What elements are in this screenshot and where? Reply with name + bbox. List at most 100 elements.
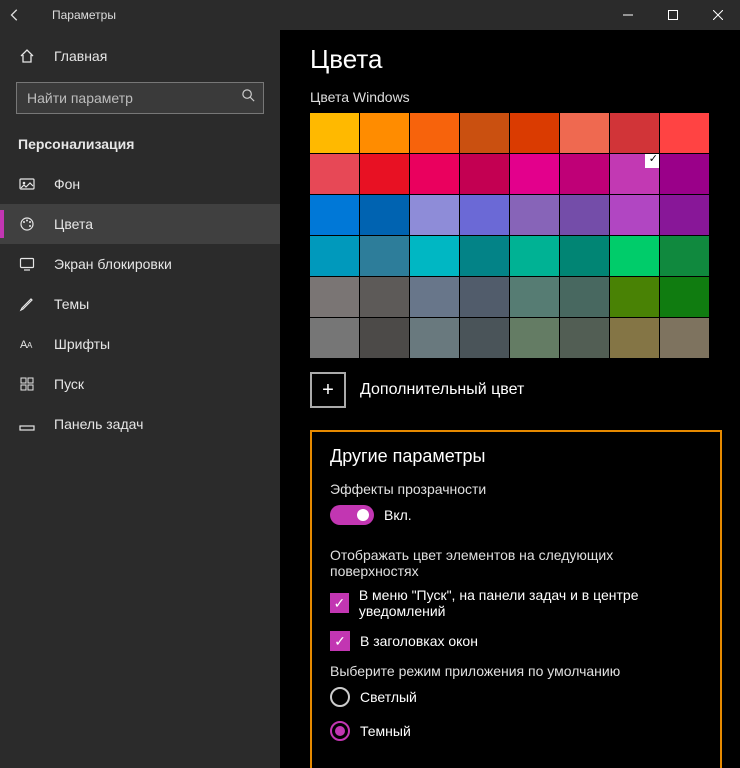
close-button[interactable] xyxy=(695,0,740,30)
nav-icon xyxy=(18,256,36,272)
sidebar-item-6[interactable]: Панель задач xyxy=(0,404,280,444)
color-swatch[interactable] xyxy=(360,236,409,276)
checkbox-icon: ✓ xyxy=(330,593,349,613)
toggle-state-label: Вкл. xyxy=(384,507,412,523)
color-swatch[interactable] xyxy=(360,195,409,235)
radio-light[interactable]: Светлый xyxy=(330,687,702,707)
color-swatch[interactable] xyxy=(660,195,709,235)
home-icon xyxy=(18,48,36,64)
color-swatch[interactable] xyxy=(410,195,459,235)
nav-icon xyxy=(18,376,36,392)
checkbox-titlebars[interactable]: ✓ В заголовках окон xyxy=(330,631,702,651)
color-swatch[interactable] xyxy=(660,154,709,194)
content-area: Цвета Цвета Windows + Дополнительный цве… xyxy=(280,30,740,768)
sidebar-item-1[interactable]: Цвета xyxy=(0,204,280,244)
color-swatch[interactable] xyxy=(660,113,709,153)
color-swatch[interactable] xyxy=(460,113,509,153)
other-options-panel: Другие параметры Эффекты прозрачности Вк… xyxy=(310,430,722,768)
sidebar-item-label: Пуск xyxy=(54,376,84,392)
color-swatch[interactable] xyxy=(510,113,559,153)
color-swatch[interactable] xyxy=(410,113,459,153)
minimize-button[interactable] xyxy=(605,0,650,30)
color-swatch[interactable] xyxy=(410,236,459,276)
color-swatches xyxy=(310,113,710,358)
app-mode-label: Выберите режим приложения по умолчанию xyxy=(330,663,702,679)
color-swatch[interactable] xyxy=(610,154,659,194)
color-swatch[interactable] xyxy=(360,318,409,358)
color-swatch[interactable] xyxy=(410,318,459,358)
color-swatch[interactable] xyxy=(660,277,709,317)
color-swatch[interactable] xyxy=(310,277,359,317)
windows-colors-label: Цвета Windows xyxy=(310,89,720,105)
custom-color-button[interactable]: + Дополнительный цвет xyxy=(310,372,720,408)
color-swatch[interactable] xyxy=(360,277,409,317)
nav-icon xyxy=(18,416,36,432)
titlebar: Параметры xyxy=(0,0,740,30)
sidebar-item-5[interactable]: Пуск xyxy=(0,364,280,404)
color-swatch[interactable] xyxy=(410,154,459,194)
search-icon xyxy=(241,88,256,108)
sidebar-item-label: Цвета xyxy=(54,216,93,232)
radio-icon xyxy=(330,721,350,741)
color-swatch[interactable] xyxy=(660,318,709,358)
color-swatch[interactable] xyxy=(560,236,609,276)
sidebar-item-label: Панель задач xyxy=(54,416,143,432)
color-swatch[interactable] xyxy=(310,195,359,235)
other-options-heading: Другие параметры xyxy=(330,446,702,467)
radio-label: Темный xyxy=(360,723,411,739)
sidebar-item-0[interactable]: Фон xyxy=(0,164,280,204)
color-swatch[interactable] xyxy=(510,195,559,235)
color-swatch[interactable] xyxy=(310,154,359,194)
color-swatch[interactable] xyxy=(310,318,359,358)
color-swatch[interactable] xyxy=(460,318,509,358)
color-swatch[interactable] xyxy=(560,113,609,153)
color-swatch[interactable] xyxy=(460,277,509,317)
checkbox-start-taskbar[interactable]: ✓ В меню "Пуск", на панели задач и в цен… xyxy=(330,587,702,619)
color-swatch[interactable] xyxy=(460,195,509,235)
color-swatch[interactable] xyxy=(360,113,409,153)
surfaces-label: Отображать цвет элементов на следующих п… xyxy=(330,547,702,579)
color-swatch[interactable] xyxy=(510,277,559,317)
color-swatch[interactable] xyxy=(510,236,559,276)
color-swatch[interactable] xyxy=(660,236,709,276)
color-swatch[interactable] xyxy=(310,236,359,276)
color-swatch[interactable] xyxy=(610,318,659,358)
nav-icon: AA xyxy=(18,336,36,352)
color-swatch[interactable] xyxy=(510,318,559,358)
color-swatch[interactable] xyxy=(610,195,659,235)
color-swatch[interactable] xyxy=(310,113,359,153)
page-title: Цвета xyxy=(310,44,720,75)
sidebar-category: Персонализация xyxy=(0,128,280,164)
back-button[interactable] xyxy=(0,8,30,22)
home-label: Главная xyxy=(54,48,107,64)
sidebar-item-2[interactable]: Экран блокировки xyxy=(0,244,280,284)
search-box[interactable] xyxy=(16,82,264,114)
color-swatch[interactable] xyxy=(360,154,409,194)
color-swatch[interactable] xyxy=(510,154,559,194)
nav-icon xyxy=(18,296,36,312)
color-swatch[interactable] xyxy=(460,154,509,194)
color-swatch[interactable] xyxy=(560,195,609,235)
color-swatch[interactable] xyxy=(460,236,509,276)
color-swatch[interactable] xyxy=(610,236,659,276)
color-swatch[interactable] xyxy=(610,277,659,317)
color-swatch[interactable] xyxy=(610,113,659,153)
plus-icon: + xyxy=(310,372,346,408)
checkbox-label: В меню "Пуск", на панели задач и в центр… xyxy=(359,587,702,619)
search-input[interactable] xyxy=(16,82,264,114)
radio-label: Светлый xyxy=(360,689,417,705)
sidebar-item-3[interactable]: Темы xyxy=(0,284,280,324)
sidebar-item-4[interactable]: AA Шрифты xyxy=(0,324,280,364)
nav-icon xyxy=(18,216,36,232)
custom-color-label: Дополнительный цвет xyxy=(360,381,524,399)
sidebar-item-label: Темы xyxy=(54,296,89,312)
color-swatch[interactable] xyxy=(560,154,609,194)
home-link[interactable]: Главная xyxy=(0,38,280,74)
color-swatch[interactable] xyxy=(410,277,459,317)
color-swatch[interactable] xyxy=(560,277,609,317)
sidebar-item-label: Шрифты xyxy=(54,336,110,352)
transparency-toggle[interactable] xyxy=(330,505,374,525)
radio-dark[interactable]: Темный xyxy=(330,721,702,741)
color-swatch[interactable] xyxy=(560,318,609,358)
maximize-button[interactable] xyxy=(650,0,695,30)
